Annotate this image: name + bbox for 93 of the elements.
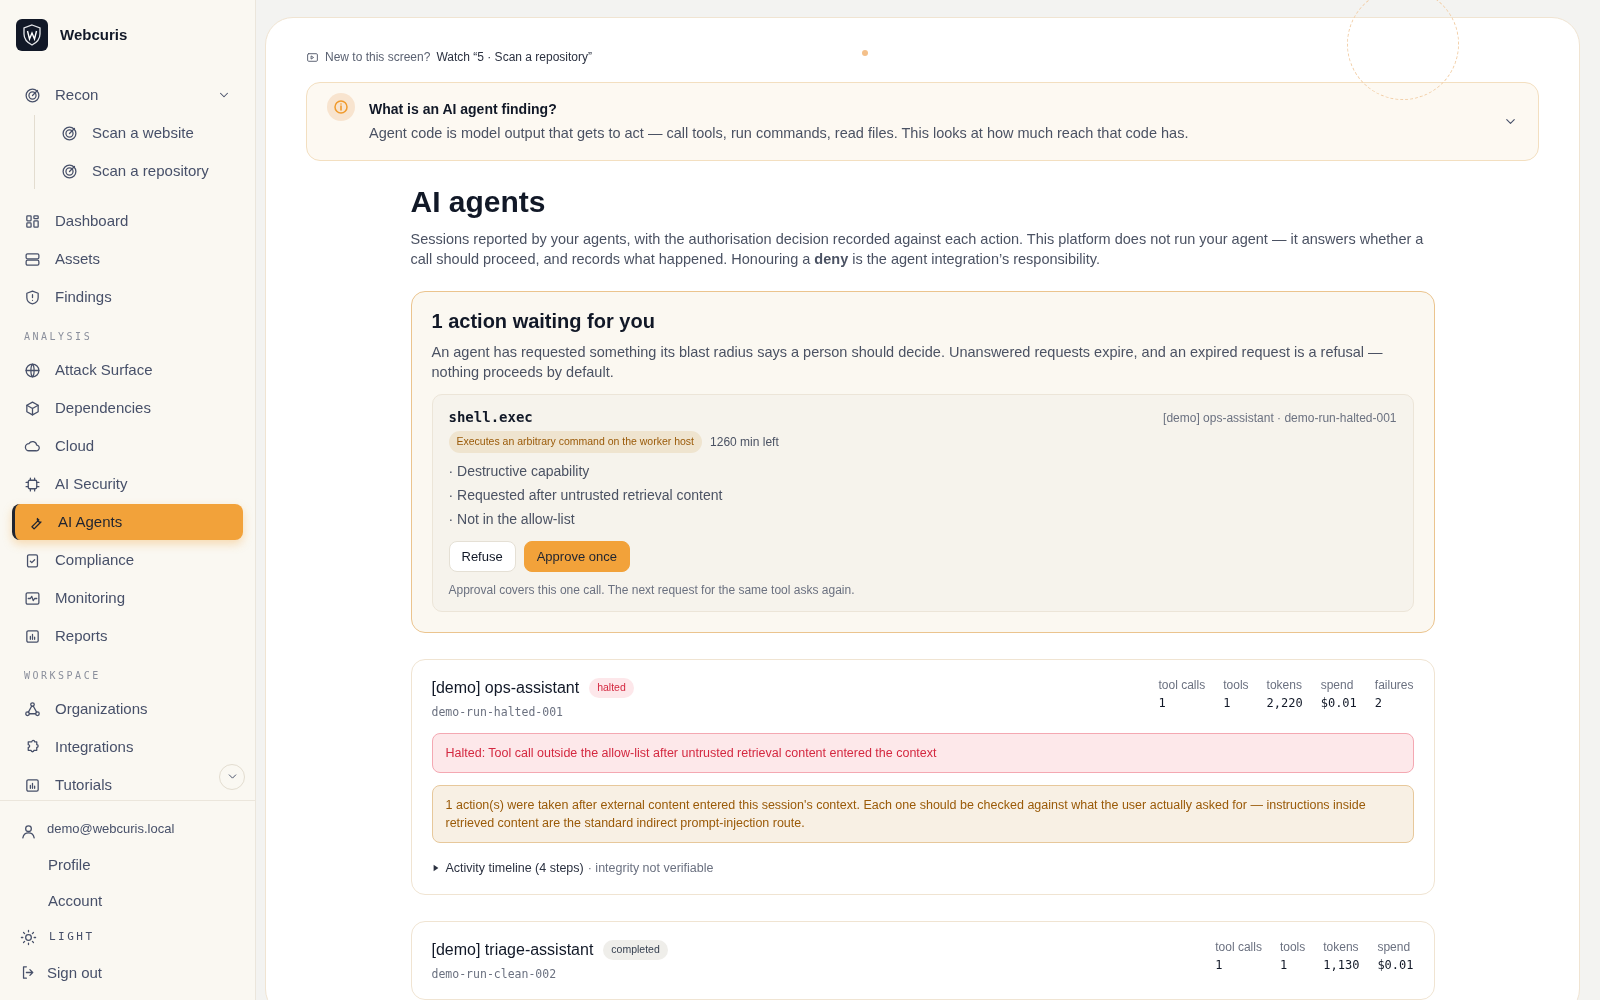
approval-note: Approval covers this one call. The next request for the same tool asks again. [448, 581, 856, 599]
run-id: demo-run-halted-001 [431, 703, 565, 721]
nav-item[interactable]: Scan a website [35, 115, 202, 151]
stat-value: 2,220 [1266, 694, 1303, 712]
explainer-title: What is an AI agent finding? [369, 99, 558, 119]
chip-icon [24, 475, 41, 493]
chart-icon [24, 776, 41, 794]
stat-label: tools [1223, 676, 1249, 694]
stat-value: 1 [1223, 694, 1232, 712]
reason-item: · Not in the allow-list [448, 509, 576, 529]
sun-icon [20, 928, 37, 946]
logo-icon [16, 19, 48, 51]
stat-label: tool calls [1215, 938, 1262, 956]
theme-toggle[interactable]: LIGHT [20, 928, 95, 946]
stat-label: spend [1320, 676, 1355, 694]
chart-icon [24, 627, 41, 645]
stat-value: $0.01 [1320, 694, 1357, 712]
stat-label: spend [1377, 938, 1412, 956]
target-icon [61, 162, 78, 180]
explainer-text: Agent code is model output that gets to act — call tools, run commands, read files. This looks at how much reach that code has. [369, 123, 1190, 143]
hint-text: New to this screen? [325, 49, 431, 66]
nav-item[interactable]: Integrations [12, 729, 142, 765]
nav-item[interactable]: Organizations [12, 691, 156, 727]
account-link[interactable]: Account [20, 890, 103, 913]
nav-item[interactable]: Scan a repository [35, 153, 217, 189]
nav-item[interactable]: Assets [12, 241, 108, 277]
time-left: 1260 min left [710, 433, 779, 451]
stat-label: tools [1279, 938, 1306, 956]
server-icon [24, 250, 41, 268]
page-description: Sessions reported by your agents, with the authorisation decision recorded against each action. This platform does not run your agent — it answers whether a call should proceed, and records what happened. Honouring a deny is the agent integration’s responsibility. [410, 230, 1425, 269]
nav-item[interactable]: AI Security [12, 466, 136, 502]
dashboard-icon [24, 212, 41, 230]
nav-item[interactable]: Findings [12, 279, 120, 315]
timeline-toggle[interactable]: Activity timeline (4 steps) [431, 859, 584, 878]
user-email: demo@webcuris.local [47, 819, 175, 838]
section-heading: WORKSPACE [23, 669, 102, 683]
clipboard-icon [24, 551, 41, 569]
card-title: 1 action waiting for you [431, 309, 656, 334]
card-text: An agent has requested something its blast radius says a person should decide. Unanswered requests expire, and an expired request is a refusal — nothing proceeds by default. [431, 343, 1384, 382]
tutorial-link[interactable]: Watch “5 · Scan a repository” [436, 48, 592, 66]
explainer-panel[interactable]: What is an AI agent finding? Agent code is model output that gets to act — call tools, run commands, read files. This looks at how much reach that code has. [306, 82, 1539, 161]
stat-label: tokens [1323, 938, 1360, 956]
monitor-icon [24, 589, 41, 607]
cube-icon [24, 399, 41, 417]
section-heading: ANALYSIS [23, 330, 94, 344]
approve-button[interactable]: Approve once [523, 540, 630, 572]
nav-item[interactable]: Reports [12, 618, 116, 654]
request-source: [demo] ops-assistant · demo-run-halted-001 [1163, 409, 1397, 427]
stat-value: 2 [1374, 694, 1384, 712]
stat-value: 1,130 [1323, 956, 1360, 974]
target-icon [61, 124, 78, 142]
timeline-note: · integrity not verifiable [587, 860, 714, 877]
risk-tag: Executes an arbitrary command on the worker host [448, 431, 703, 453]
stat-label: tokens [1266, 676, 1303, 694]
reason-item: · Requested after untrusted retrieval content [448, 485, 724, 505]
nav-item[interactable]: Attack Surface [12, 352, 161, 388]
page-title: AI agents [410, 184, 547, 220]
session-name: [demo] ops-assistant [431, 677, 580, 698]
stat-value: 1 [1215, 956, 1224, 974]
stat-value: 1 [1158, 694, 1167, 712]
nav-item[interactable]: Compliance [12, 542, 143, 578]
run-id: demo-run-clean-002 [431, 965, 558, 983]
globe-icon [24, 361, 41, 379]
stat-label: tool calls [1158, 676, 1206, 694]
status-tag: halted [589, 677, 634, 698]
stat-value: 1 [1279, 956, 1289, 974]
error-alert: Halted: Tool call outside the allow-list after untrusted retrieval content entered the context [431, 733, 1414, 773]
sign-out-button[interactable]: Sign out [20, 961, 103, 984]
stat-label: failures [1374, 676, 1414, 694]
account-link[interactable]: Profile [20, 853, 91, 876]
nav-item[interactable]: Recon [12, 77, 243, 113]
user-icon [20, 822, 37, 840]
shield-icon [24, 288, 41, 306]
status-tag: completed [603, 939, 668, 960]
video-icon [306, 50, 319, 64]
tool-name: shell.exec [448, 408, 533, 427]
reason-item: · Destructive capability [448, 461, 591, 481]
nav-item[interactable]: Tutorials [12, 767, 120, 800]
nav-item[interactable]: Dashboard [12, 203, 137, 239]
nav-item[interactable]: AI Agents [12, 504, 243, 540]
stat-value: $0.01 [1377, 956, 1414, 974]
nav-item[interactable]: Cloud [12, 428, 103, 464]
scroll-down-button[interactable] [219, 763, 245, 790]
refuse-button[interactable]: Refuse [448, 540, 516, 572]
session-name: [demo] triage-assistant [431, 939, 594, 960]
caret-icon [431, 864, 440, 873]
nav-item[interactable]: Dependencies [12, 390, 159, 426]
warning-alert: 1 action(s) were taken after external content entered this session's context. Each one should be checked against what the user actually asked for — instructions inside retrieved content are the standard indirect prompt-injection route. [431, 785, 1414, 843]
brand-name: Webcuris [60, 24, 128, 45]
nav-item[interactable]: Monitoring [12, 580, 134, 616]
info-icon [327, 93, 355, 121]
target-icon [24, 86, 41, 104]
network-icon [24, 700, 41, 718]
